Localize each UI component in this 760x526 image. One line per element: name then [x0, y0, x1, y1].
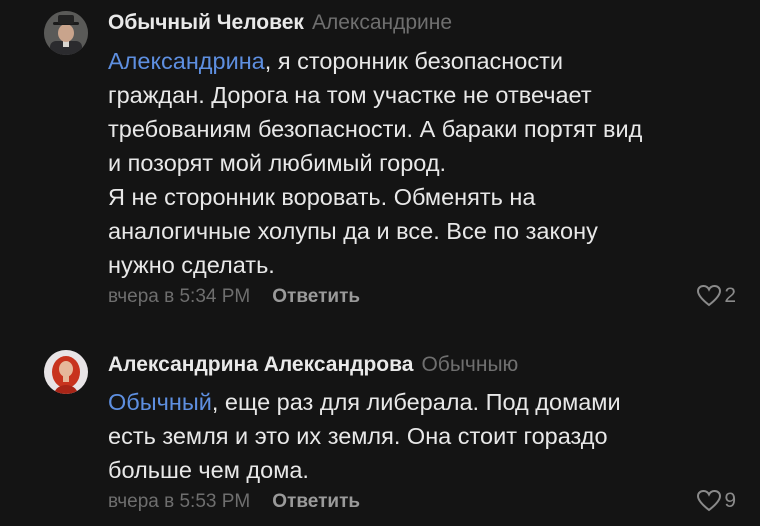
- comment-line: граждан. Дорога на том участке не отвеча…: [108, 82, 592, 108]
- comment-line: требованиям безопасности. А бараки портя…: [108, 116, 643, 142]
- comment-line: Я не сторонник воровать. Обменять на: [108, 184, 536, 210]
- comment-line-text: , я сторонник безопасности: [264, 48, 563, 74]
- comment-line-text: , еще раз для либерала. Под домами: [211, 389, 621, 415]
- heart-icon: [697, 284, 722, 307]
- comment-meta: вчера в 5:34 PM Ответить: [108, 286, 360, 308]
- comment-line: Александрина, я сторонник безопасности: [108, 44, 708, 78]
- comment-line: Обычный, еще раз для либерала. Под домам…: [108, 385, 708, 419]
- reply-to-name[interactable]: Александрине: [312, 11, 452, 34]
- heart-icon: [697, 489, 722, 512]
- comment-line: нужно сделать.: [108, 252, 275, 278]
- comment-author[interactable]: Александрина Александрова: [108, 353, 413, 376]
- mention-link[interactable]: Александрина: [108, 48, 265, 74]
- timestamp: вчера в 5:53 PM: [108, 491, 251, 512]
- comment-line: больше чем дома.: [108, 457, 309, 483]
- comment-author[interactable]: Обычный Человек: [108, 11, 304, 34]
- timestamp: вчера в 5:34 PM: [108, 286, 251, 307]
- comment-text: Александрина, я сторонник безопасности г…: [108, 44, 708, 282]
- like-count: 2: [724, 284, 736, 307]
- like-count: 9: [724, 489, 736, 512]
- like-button[interactable]: 2: [696, 284, 736, 308]
- avatar[interactable]: [44, 11, 88, 55]
- reply-button[interactable]: Ответить: [272, 286, 360, 307]
- reply-to-name[interactable]: Обычныю: [421, 353, 518, 376]
- comment-text: Обычный, еще раз для либерала. Под домам…: [108, 385, 708, 487]
- reply-button[interactable]: Ответить: [272, 491, 360, 512]
- mention-link[interactable]: Обычный: [108, 389, 212, 415]
- man-in-hat-avatar-icon: [44, 11, 88, 55]
- comment-line: и позорят мой любимый город.: [108, 150, 447, 176]
- like-button[interactable]: 9: [696, 489, 736, 513]
- red-haired-woman-avatar-icon: [44, 350, 88, 394]
- comment-line: есть земля и это их земля. Она стоит гор…: [108, 423, 608, 449]
- comment-line: аналогичные холупы да и все. Все по зако…: [108, 218, 598, 244]
- avatar[interactable]: [44, 350, 88, 394]
- comment-meta: вчера в 5:53 PM Ответить: [108, 491, 360, 513]
